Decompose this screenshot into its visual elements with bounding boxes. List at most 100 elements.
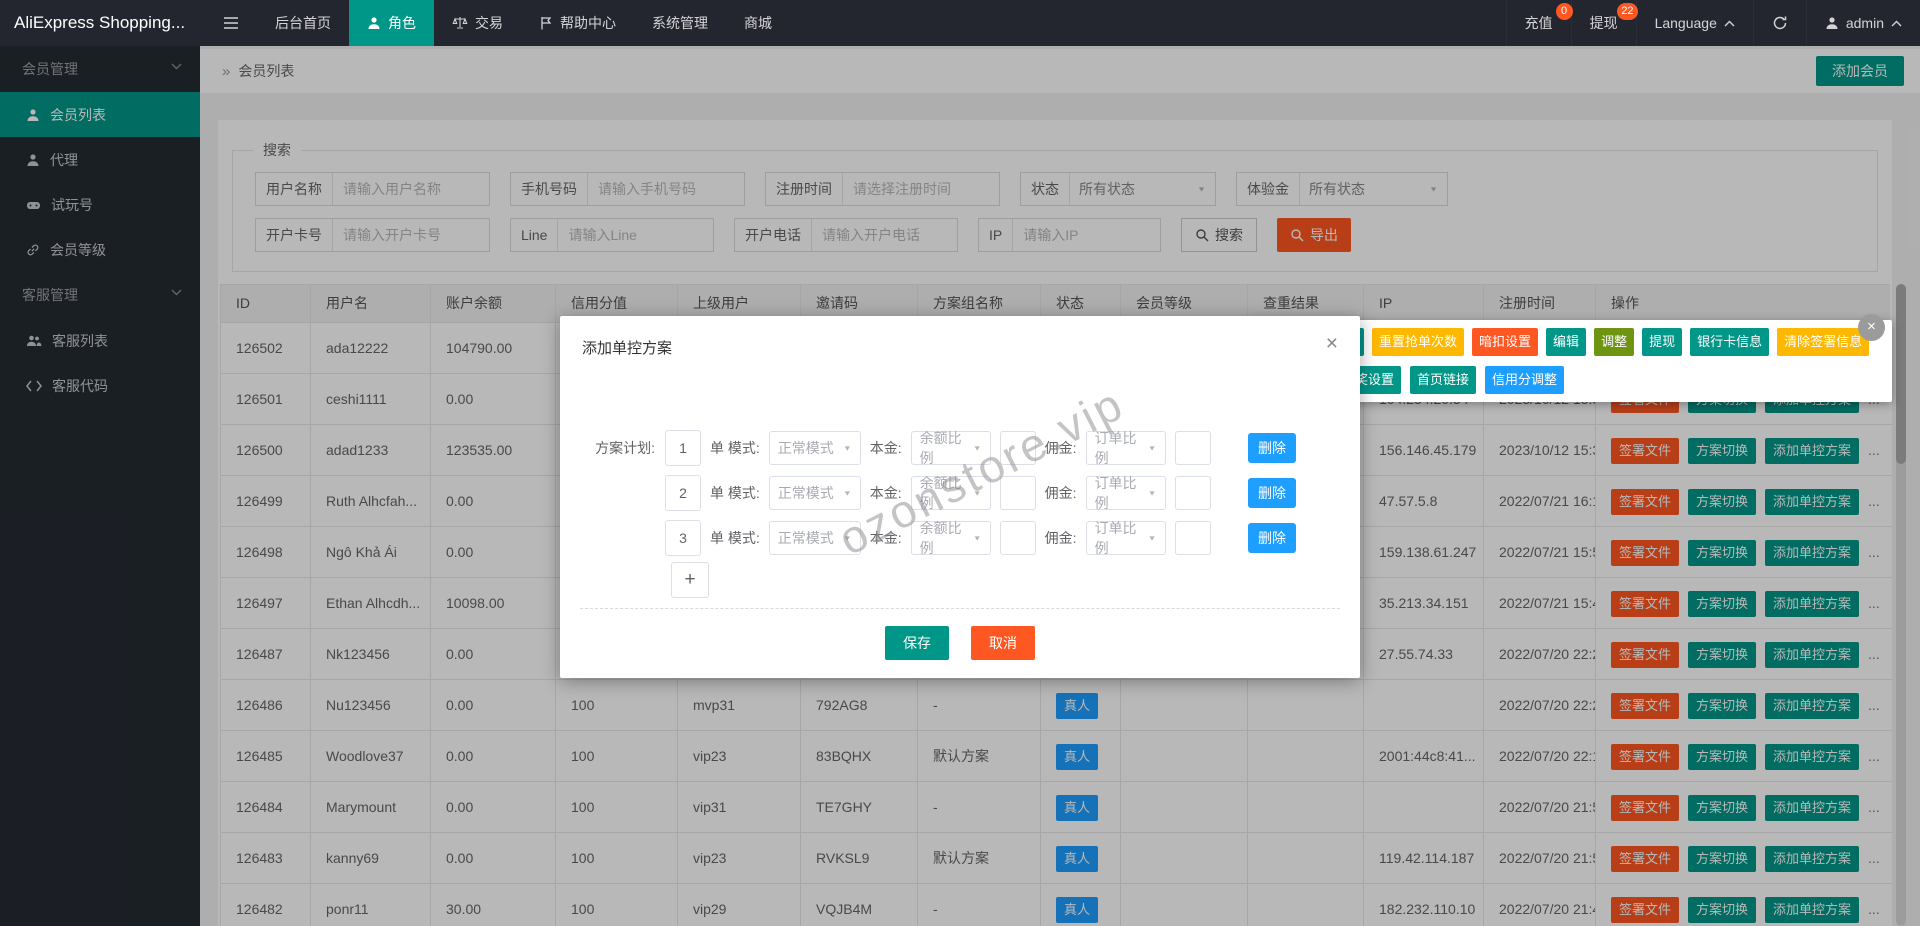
principal-value-input[interactable] [1000,521,1036,555]
admin-label: admin [1846,15,1884,31]
plan-row: 单 模式:正常模式▼本金:余额比例▼佣金:订单比例▼删除 [575,520,1360,556]
modal-divider [580,608,1340,609]
commission-label: 佣金: [1045,483,1077,503]
nav-item-角色[interactable]: 角色 [349,0,434,46]
add-plan-modal: 添加单控方案 × 方案计划:单 模式:正常模式▼本金:余额比例▼佣金:订单比例▼… [560,316,1360,678]
withdraw-label: 提现 [1590,13,1618,33]
select-value: 正常模式 [778,438,834,458]
commission-select[interactable]: 订单比例▼ [1086,476,1166,510]
mode-select[interactable]: 正常模式 ▼ [769,476,861,510]
popup-action-清除签署信息[interactable]: 清除签署信息 [1777,328,1869,356]
save-button[interactable]: 保存 [885,626,949,660]
app-logo: AliExpress Shopping... [0,13,205,33]
popup-close-button[interactable]: × [1858,314,1885,341]
popup-actions-row-2: 奖设置首页链接信用分调整 [1348,366,1564,394]
refresh-button[interactable] [1753,0,1806,46]
delete-row-button[interactable]: 删除 [1248,433,1296,463]
recharge-label: 充值 [1525,13,1553,33]
principal-value-input[interactable] [1000,476,1036,510]
principal-label: 本金: [870,438,902,458]
popup-action-提现[interactable]: 提现 [1642,328,1682,356]
top-navbar: AliExpress Shopping... 后台首页 角色 交易帮助中心系统管理 商… [0,0,1920,46]
unit-mode-label: 单 模式: [710,438,760,458]
plan-count-input[interactable] [665,475,701,511]
language-menu[interactable]: Language [1636,0,1753,46]
add-plan-row-button[interactable]: + [671,562,709,598]
chevron-up-icon [1724,20,1735,27]
select-value: 正常模式 [778,528,834,548]
scale-icon [452,16,468,30]
sidebar-toggle-button[interactable] [205,0,257,46]
delete-row-button[interactable]: 删除 [1248,523,1296,553]
hamburger-icon [223,16,239,30]
cancel-button[interactable]: 取消 [971,626,1035,660]
caret-down-icon: ▼ [1148,444,1157,452]
commission-select[interactable]: 订单比例▼ [1086,431,1166,465]
unit-mode-label: 单 模式: [710,528,760,548]
nav-item-label: 角色 [388,13,416,33]
principal-select[interactable]: 余额比例▼ [911,476,991,510]
nav-item-后台首页[interactable]: 后台首页 [257,0,349,46]
popup-action-暗扣设置[interactable]: 暗扣设置 [1472,328,1538,356]
principal-label: 本金: [870,483,902,503]
nav-item-label: 系统管理 [652,13,708,33]
admin-user-menu[interactable]: admin [1806,0,1920,46]
commission-value-input[interactable] [1175,431,1211,465]
nav-item-交易[interactable]: 交易 [434,0,521,46]
mode-select[interactable]: 正常模式 ▼ [769,521,861,555]
caret-down-icon: ▼ [843,534,852,542]
modal-close-button[interactable]: × [1326,332,1338,356]
caret-down-icon: ▼ [843,444,852,452]
plan-row: 方案计划:单 模式:正常模式▼本金:余额比例▼佣金:订单比例▼删除 [575,430,1360,466]
select-value: 订单比例 [1095,428,1148,468]
nav-item-系统管理[interactable]: 系统管理 [634,0,726,46]
plan-count-input[interactable] [665,520,701,556]
nav-item-商城[interactable]: 商城 [726,0,790,46]
popup-action-调整[interactable]: 调整 [1594,328,1634,356]
chevron-up-icon [1891,20,1902,27]
caret-down-icon: ▼ [973,489,982,497]
withdraw-button[interactable]: 提现 22 [1571,0,1636,46]
admin-app: AliExpress Shopping... 后台首页 角色 交易帮助中心系统管理 商… [0,0,1920,926]
delete-row-button[interactable]: 删除 [1248,478,1296,508]
navbar-right: 充值 0 提现 22 Language admin [1506,0,1920,46]
commission-label: 佣金: [1045,438,1077,458]
person-icon [1825,16,1839,30]
person-icon [367,16,381,30]
nav-item-label: 商城 [744,13,772,33]
plan-rows-label: 方案计划: [575,438,655,458]
caret-down-icon: ▼ [973,444,982,452]
nav-item-label: 交易 [475,13,503,33]
popup-action-编辑[interactable]: 编辑 [1546,328,1586,356]
language-label: Language [1655,15,1717,31]
nav-item-帮助中心[interactable]: 帮助中心 [521,0,634,46]
principal-select[interactable]: 余额比例▼ [911,521,991,555]
nav-item-label: 后台首页 [275,13,331,33]
select-value: 订单比例 [1095,518,1148,558]
commission-select[interactable]: 订单比例▼ [1086,521,1166,555]
unit-mode-label: 单 模式: [710,483,760,503]
popup-action-银行卡信息[interactable]: 银行卡信息 [1690,328,1769,356]
modal-footer: 保存 取消 [560,626,1360,660]
principal-value-input[interactable] [1000,431,1036,465]
popup-action-重置抢单次数[interactable]: 重置抢单次数 [1372,328,1464,356]
popup-action-首页链接[interactable]: 首页链接 [1410,366,1476,394]
principal-select[interactable]: 余额比例▼ [911,431,991,465]
commission-label: 佣金: [1045,528,1077,548]
mode-select[interactable]: 正常模式 ▼ [769,431,861,465]
recharge-button[interactable]: 充值 0 [1506,0,1571,46]
select-value: 正常模式 [778,483,834,503]
navbar-menu: 后台首页 角色 交易帮助中心系统管理 商城 [257,0,790,46]
caret-down-icon: ▼ [843,489,852,497]
commission-value-input[interactable] [1175,476,1211,510]
select-value: 余额比例 [920,428,973,468]
principal-label: 本金: [870,528,902,548]
modal-title: 添加单控方案 [560,316,1360,358]
flag-icon [539,16,553,30]
popup-action-信用分调整[interactable]: 信用分调整 [1485,366,1564,394]
plan-count-input[interactable] [665,430,701,466]
caret-down-icon: ▼ [973,534,982,542]
select-value: 订单比例 [1095,473,1148,513]
caret-down-icon: ▼ [1148,489,1157,497]
commission-value-input[interactable] [1175,521,1211,555]
